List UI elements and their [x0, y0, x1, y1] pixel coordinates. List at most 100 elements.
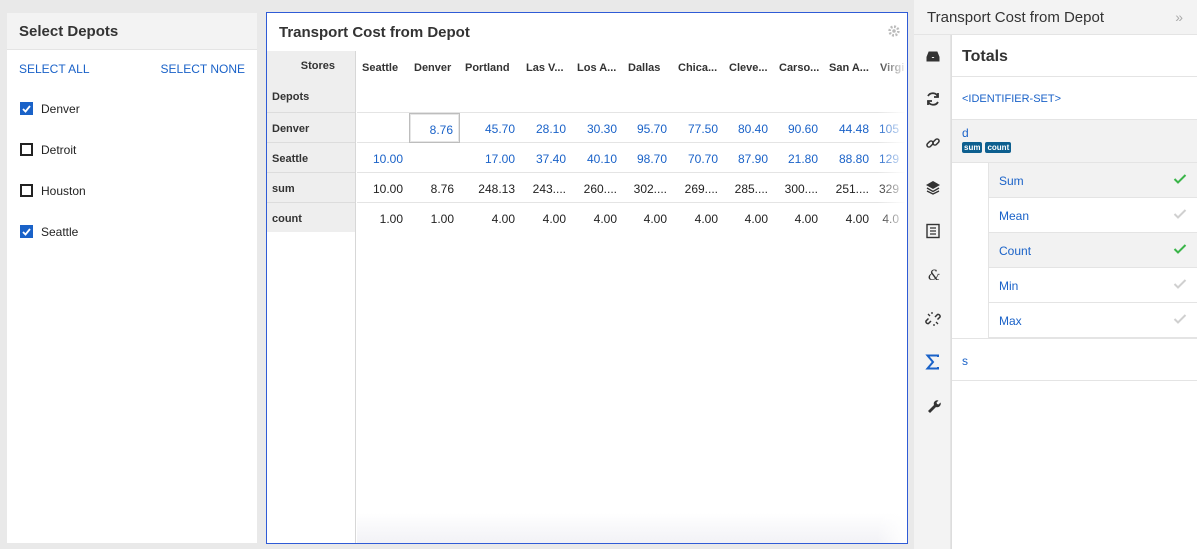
table-cell: 10.00: [372, 182, 403, 196]
table-row: 10.00 8.76 248.13 243.... 260.... 302.... 269.…: [357, 172, 905, 202]
depot-label: Denver: [41, 101, 80, 116]
aggregation-item-count[interactable]: Count: [988, 233, 1197, 268]
wrench-icon[interactable]: [925, 398, 941, 414]
layers-icon[interactable]: [925, 179, 941, 195]
aggregation-item-min[interactable]: Min: [988, 268, 1197, 303]
grid-bottom-shade: [357, 513, 907, 543]
column-header[interactable]: San A...: [824, 51, 875, 112]
selection-actions: SELECT ALL SELECT NONE: [7, 50, 257, 88]
table-cell[interactable]: 10.00: [357, 143, 409, 173]
check-icon: [1173, 209, 1187, 219]
column-header[interactable]: Los A...: [572, 51, 623, 112]
sigma-icon[interactable]: [925, 354, 941, 370]
table-cell[interactable]: 90.60: [774, 113, 824, 143]
table-cell[interactable]: 45.70: [460, 113, 521, 143]
table-cell[interactable]: 28.10: [521, 113, 572, 143]
column-header[interactable]: Dallas: [623, 51, 673, 112]
table-cell: 4.00: [593, 212, 617, 226]
table-cell[interactable]: 98.70: [623, 143, 673, 173]
link-icon[interactable]: [925, 135, 941, 151]
table-cell[interactable]: 87.90: [724, 143, 774, 173]
table-cell[interactable]: 40.10: [572, 143, 623, 173]
column-header[interactable]: Carso...: [774, 51, 824, 112]
column-headers: Seattle Denver Portland Las V... Los A... Dal…: [357, 51, 905, 112]
table-row: 1.00 1.00 4.00 4.00 4.00 4.00 4.00 4.00 4.00 4.00…: [357, 202, 905, 232]
column-header[interactable]: Portland: [460, 51, 521, 112]
table-cell[interactable]: 70.70: [673, 143, 724, 173]
grid-panel-header: Transport Cost from Depot: [267, 13, 907, 50]
depot-checkbox[interactable]: [20, 143, 33, 156]
column-header[interactable]: Seattle: [357, 51, 409, 112]
column-header[interactable]: Las V...: [521, 51, 572, 112]
table-cell[interactable]: 30.30: [572, 113, 623, 143]
inbox-icon[interactable]: [925, 48, 941, 64]
icon-rail: &: [914, 35, 951, 549]
grid-panel-title: Transport Cost from Depot: [279, 24, 470, 41]
table-cell[interactable]: [357, 113, 409, 143]
row-header[interactable]: Seattle: [267, 142, 355, 172]
aggregation-item-max[interactable]: Max: [988, 303, 1197, 338]
properties-panel: Transport Cost from Depot » & Totals <ID…: [914, 0, 1197, 549]
table-cell: 329: [878, 182, 899, 196]
depot-checkbox[interactable]: [20, 102, 33, 115]
d-identifier[interactable]: d sum count: [952, 120, 1197, 163]
aggregation-item-sum[interactable]: Sum: [988, 163, 1197, 198]
aggregation-item-mean[interactable]: Mean: [988, 198, 1197, 233]
table-cell: 8.76: [430, 182, 454, 196]
depot-checkbox[interactable]: [20, 225, 33, 238]
table-cell[interactable]: 17.00: [460, 143, 521, 173]
depot-item-seattle[interactable]: Seattle: [7, 211, 257, 252]
depot-item-denver[interactable]: Denver: [7, 88, 257, 129]
check-icon: [1173, 244, 1187, 254]
grid-corner: Stores Depots: [267, 51, 355, 112]
gear-icon[interactable]: [887, 24, 901, 38]
table-cell[interactable]: 44.48: [824, 113, 875, 143]
aggregation-list: Sum Mean Count Min Max: [988, 163, 1197, 338]
column-header[interactable]: Chica...: [673, 51, 724, 112]
row-header[interactable]: count: [267, 202, 355, 232]
table-cell: 4.0: [882, 212, 899, 226]
depots-axis-label: Depots: [272, 91, 310, 103]
aggregation-label: Max: [999, 314, 1022, 328]
aggregation-label: Mean: [999, 209, 1030, 223]
table-cell[interactable]: 80.40: [724, 113, 774, 143]
aggregation-badges: sum count: [962, 142, 1187, 153]
totals-section: Totals <IDENTIFIER-SET> d sum count Sum M…: [951, 35, 1197, 549]
ampersand-icon[interactable]: &: [925, 267, 941, 283]
table-cell: 269....: [684, 182, 718, 196]
table-cell: 4.00: [845, 212, 869, 226]
select-all-link[interactable]: SELECT ALL: [19, 62, 90, 76]
table-cell[interactable]: 37.40: [521, 143, 572, 173]
refresh-icon[interactable]: [925, 91, 941, 107]
depot-item-detroit[interactable]: Detroit: [7, 129, 257, 170]
column-header[interactable]: Cleve...: [724, 51, 774, 112]
s-identifier[interactable]: s: [952, 338, 1197, 381]
table-cell[interactable]: 21.80: [774, 143, 824, 173]
table-cell: 4.00: [491, 212, 515, 226]
depot-label: Detroit: [41, 142, 77, 157]
table-cell[interactable]: 77.50: [673, 113, 724, 143]
table-cell[interactable]: 8.76: [409, 113, 460, 143]
identifier-set-link[interactable]: <IDENTIFIER-SET>: [952, 77, 1197, 120]
table-cell[interactable]: [409, 143, 460, 173]
double-chevron-right-icon[interactable]: »: [1175, 9, 1183, 25]
table-cell[interactable]: 129: [875, 143, 905, 173]
totals-title: Totals: [952, 35, 1197, 77]
column-header[interactable]: Virgi: [875, 51, 905, 112]
depot-item-houston[interactable]: Houston: [7, 170, 257, 211]
select-depots-panel: Select Depots SELECT ALL SELECT NONE Den…: [7, 13, 257, 543]
depot-checkbox[interactable]: [20, 184, 33, 197]
row-header[interactable]: sum: [267, 172, 355, 202]
depot-label: Houston: [41, 183, 86, 198]
check-icon: [1173, 279, 1187, 289]
table-cell[interactable]: 88.80: [824, 143, 875, 173]
table-cell[interactable]: 95.70: [623, 113, 673, 143]
list-icon[interactable]: [925, 223, 941, 239]
select-none-link[interactable]: SELECT NONE: [161, 62, 245, 76]
table-cell[interactable]: 105: [875, 113, 905, 143]
column-header[interactable]: Denver: [409, 51, 460, 112]
row-header[interactable]: Denver: [267, 112, 355, 142]
broken-link-icon[interactable]: [925, 311, 941, 327]
table-cell: 302....: [633, 182, 667, 196]
pivot-grid: Stores Depots Denver Seattle sum count Seat…: [267, 51, 907, 543]
